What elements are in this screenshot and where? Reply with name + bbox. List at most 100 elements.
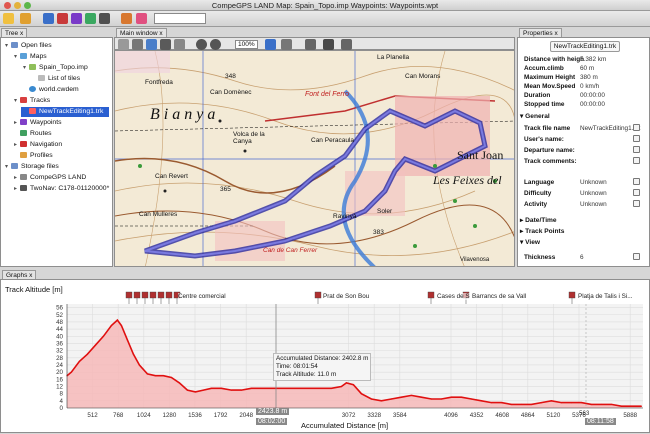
altitude-point — [600, 403, 603, 406]
graph-x-axis-title: Accumulated Distance [m] — [301, 421, 389, 430]
meta-row[interactable]: Activity Unknown — [520, 200, 644, 210]
altitude-point — [250, 387, 252, 389]
edit-pencil-icon[interactable] — [633, 135, 640, 142]
toolbar-search-input[interactable] — [154, 13, 206, 24]
zoom-in-icon[interactable] — [196, 39, 207, 50]
ruler-icon[interactable] — [174, 39, 185, 50]
device-icon — [20, 174, 27, 180]
edit-pencil-icon[interactable] — [633, 124, 640, 131]
edit-pencil-icon[interactable] — [633, 157, 640, 164]
3d-icon[interactable] — [323, 39, 334, 50]
waypoint-label: Barrancs de sa Vall — [472, 293, 527, 300]
waypoint-flag-icon — [568, 291, 576, 299]
edit-pencil-icon[interactable] — [633, 146, 640, 153]
waypoint-label: Centre comercial — [178, 293, 226, 300]
section-view[interactable]: ▾ View — [520, 238, 644, 248]
general-row[interactable]: User's name: — [520, 135, 644, 145]
tree-item-list-of-tiles[interactable]: List of tiles — [30, 74, 80, 84]
x-tick-label: 1280 — [163, 412, 177, 419]
tab-tree[interactable]: Tree x — [1, 28, 28, 37]
track-name-field[interactable]: NewTrackEditing1.trk — [550, 41, 620, 52]
back-icon[interactable] — [281, 39, 292, 50]
map-view[interactable]: La Planella Can Morans Fontfreda 348 Can… — [114, 50, 515, 267]
track-icon[interactable] — [57, 13, 68, 24]
rotate-icon[interactable] — [305, 39, 316, 50]
close-tab-icon[interactable]: x — [29, 272, 32, 279]
end-time-label: 08:11:58 — [585, 418, 616, 425]
open-folder-icon[interactable] — [20, 13, 31, 24]
close-window-icon[interactable] — [4, 2, 11, 9]
edit-pencil-icon[interactable] — [633, 253, 640, 260]
zoom-out-icon[interactable] — [210, 39, 221, 50]
edit-pencil-icon[interactable] — [633, 189, 640, 196]
zoom-window-icon[interactable] — [24, 2, 31, 9]
gps-icon[interactable] — [136, 13, 147, 24]
select-icon[interactable] — [132, 39, 143, 50]
tab-main-window[interactable]: Main window x — [116, 28, 167, 37]
thickness-row[interactable]: Thickness 6 — [520, 253, 644, 263]
edit-track-icon[interactable] — [146, 39, 157, 50]
tree-item-spain-topo[interactable]: ▾ Spain_Topo.imp — [21, 63, 88, 73]
minimize-window-icon[interactable] — [14, 2, 21, 9]
altitude-point — [178, 382, 180, 384]
title-bar: CompeGPS LAND Map: Spain_Topo.imp Waypoi… — [0, 0, 650, 11]
altitude-point — [202, 389, 204, 391]
tree-item-navigation[interactable]: ▸ Navigation — [12, 140, 62, 150]
altitude-point — [126, 339, 128, 341]
print-icon[interactable] — [341, 39, 352, 50]
waypoint-icon[interactable] — [71, 13, 82, 24]
tab-properties[interactable]: Properties x — [519, 28, 562, 37]
layers-icon[interactable] — [265, 39, 276, 50]
tree-item-new-track[interactable]: NewTrackEditing1.trk — [21, 107, 109, 117]
map-icon[interactable] — [43, 13, 54, 24]
stat-row: Stopped time 00:00:00 — [524, 101, 605, 108]
altitude-point — [170, 376, 172, 379]
section-track-points[interactable]: ▸ Track Points — [520, 227, 644, 237]
altitude-point — [102, 335, 104, 337]
general-row[interactable]: Track file name NewTrackEditing1.trk — [520, 124, 644, 134]
tree-item-twonav[interactable]: ▸ TwoNav: C178-01120000* — [12, 184, 109, 194]
tree-item-open-files[interactable]: ▾ Open files — [3, 41, 52, 51]
tree-item-tracks[interactable]: ▾ Tracks — [12, 96, 50, 106]
tree-item-world-cwdem[interactable]: world.cwdem — [21, 85, 79, 95]
altitude-point — [590, 403, 593, 406]
meta-row[interactable]: Language Unknown — [520, 178, 644, 188]
close-tab-icon[interactable]: x — [20, 30, 23, 37]
close-tab-icon[interactable]: x — [159, 30, 162, 37]
y-tick-label: 56 — [56, 305, 63, 312]
general-row[interactable]: Track comments: — [520, 157, 644, 167]
tree-item-profiles[interactable]: Profiles — [12, 151, 53, 161]
tab-graphs[interactable]: Graphs x — [2, 270, 37, 279]
map-label: 348 — [225, 73, 236, 80]
section-general[interactable]: ▾ General — [520, 112, 644, 122]
hand-icon[interactable] — [118, 39, 129, 50]
new-icon[interactable] — [3, 13, 14, 24]
zoom-level-select[interactable]: 100% — [235, 40, 258, 49]
altitude-point — [380, 400, 382, 402]
save-icon[interactable] — [99, 13, 110, 24]
tree-item-compegps-land[interactable]: ▸ CompeGPS LAND — [12, 173, 86, 183]
altitude-point — [500, 402, 502, 404]
close-tab-icon[interactable]: x — [554, 30, 557, 37]
track-file-icon — [29, 108, 36, 114]
meta-row[interactable]: Difficulty Unknown — [520, 189, 644, 199]
section-date-time[interactable]: ▸ Date/Time — [520, 216, 644, 226]
altitude-point — [132, 353, 134, 355]
general-row[interactable]: Departure name: — [520, 146, 644, 156]
edit-pencil-icon[interactable] — [633, 200, 640, 207]
tree-item-maps[interactable]: ▾ Maps — [12, 52, 47, 62]
tools-icon[interactable] — [121, 13, 132, 24]
tree-item-storage-files[interactable]: ▾ Storage files — [3, 162, 59, 172]
waypoint-tool-icon[interactable] — [160, 39, 171, 50]
waypoint-flag-icon — [314, 291, 322, 299]
route-icon[interactable] — [85, 13, 96, 24]
y-tick-label: 40 — [56, 333, 63, 340]
altitude-point — [86, 353, 88, 355]
edit-pencil-icon[interactable] — [633, 178, 640, 185]
tree-item-routes[interactable]: Routes — [12, 129, 52, 139]
waypoint-flag-icon — [133, 291, 141, 299]
waypoint-flag-icon — [141, 291, 149, 299]
map-label: 383 — [373, 229, 384, 236]
topographic-map[interactable] — [115, 51, 515, 267]
tree-item-waypoints[interactable]: ▸ Waypoints — [12, 118, 61, 128]
